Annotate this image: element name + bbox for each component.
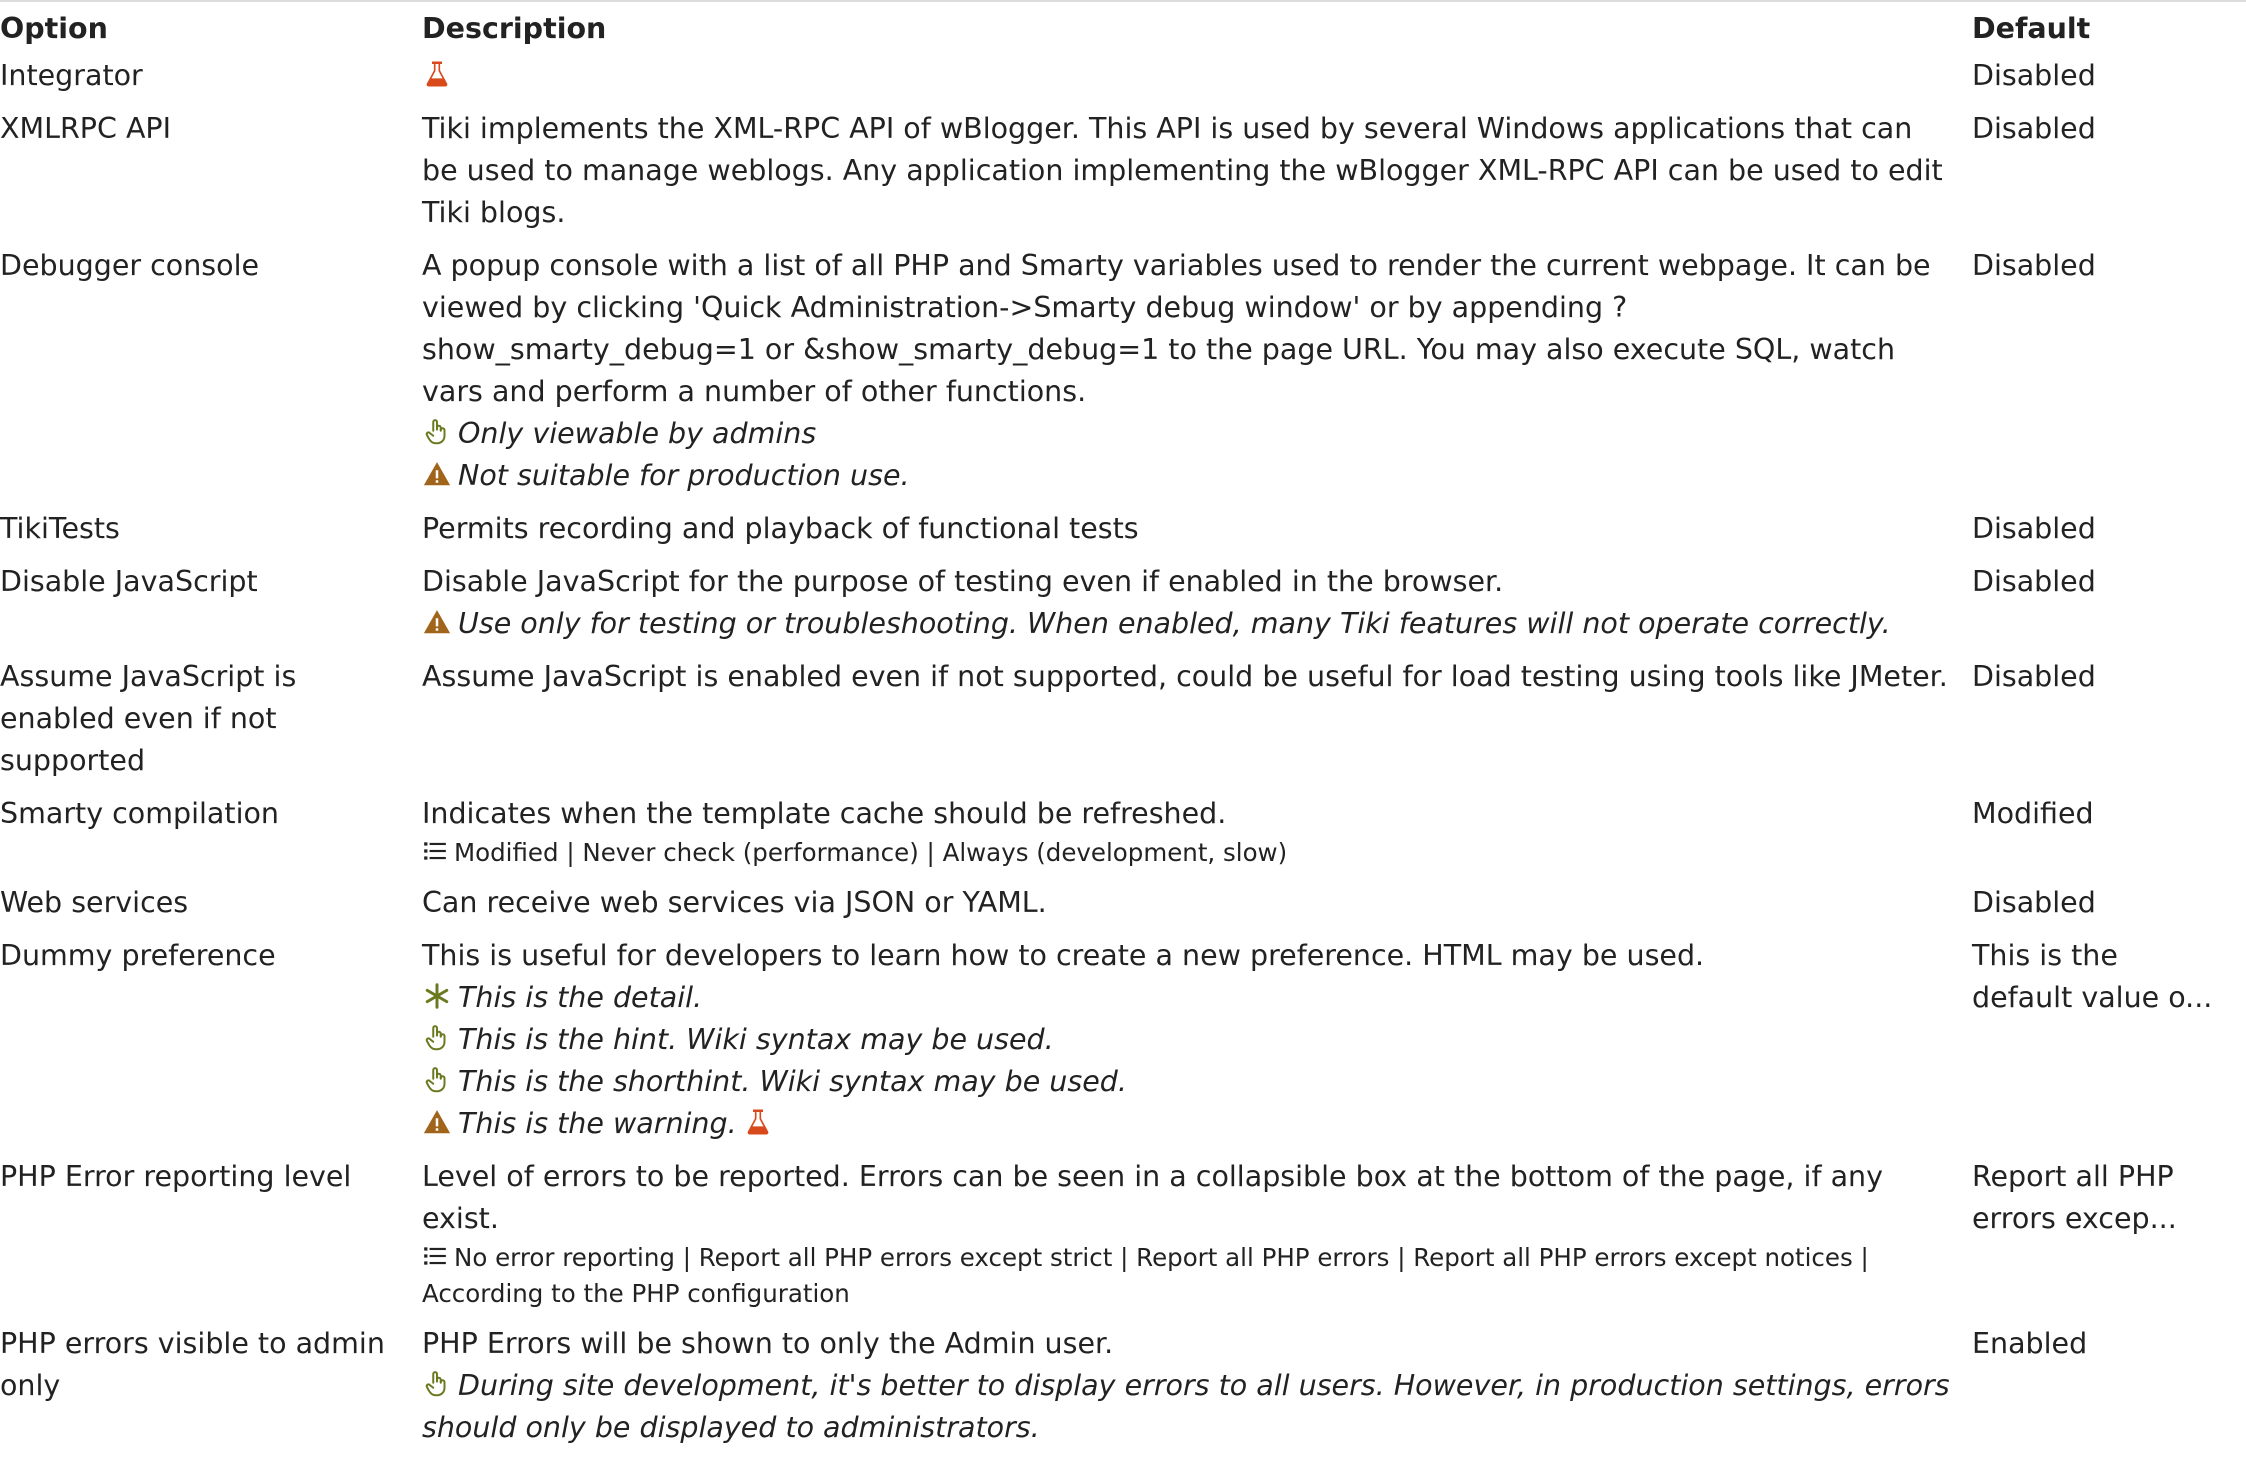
top-border: [0, 0, 2246, 2]
pointing-hand-icon: [422, 1023, 452, 1053]
description-cell: Permits recording and playback of functi…: [414, 508, 1964, 561]
description-text: Indicates when the template cache should…: [422, 797, 1227, 830]
warning-note: Not suitable for production use.: [422, 455, 1954, 497]
option-header: Option: [0, 12, 108, 45]
pointing-hand-icon: [422, 417, 452, 447]
detail-note: This is the detail.: [422, 977, 1954, 1019]
table-row: Assume JavaScript is enabled even if not…: [0, 656, 2224, 793]
default-value: Modified: [1972, 797, 2094, 830]
default-value: Disabled: [1972, 886, 2096, 919]
pointing-hand-icon: [422, 1369, 452, 1399]
description-text: This is useful for developers to learn h…: [422, 939, 1705, 972]
asterisk-icon: [422, 981, 452, 1011]
hint-text: Only viewable by admins: [458, 417, 817, 450]
hint-note: Only viewable by admins: [422, 413, 1954, 455]
option-name[interactable]: Assume JavaScript is enabled even if not…: [0, 656, 414, 793]
option-name[interactable]: TikiTests: [0, 508, 414, 561]
option-name[interactable]: PHP Error reporting level: [0, 1156, 414, 1323]
default-value: Disabled: [1972, 512, 2096, 545]
options-list: Modified | Never check (performance) | A…: [422, 835, 1954, 871]
description-text: Level of errors to be reported. Errors c…: [422, 1160, 1883, 1235]
description-cell: Level of errors to be reported. Errors c…: [414, 1156, 1964, 1323]
table-row: TikiTests Permits recording and playback…: [0, 508, 2224, 561]
warning-text: Not suitable for production use.: [458, 459, 910, 492]
warning-icon: [422, 607, 452, 637]
description-text: Tiki implements the XML-RPC API of wBlog…: [422, 112, 1943, 229]
option-name[interactable]: PHP errors visible to admin only: [0, 1323, 414, 1460]
description-text: Disable JavaScript for the purpose of te…: [422, 565, 1504, 598]
table-row: Disable JavaScript Disable JavaScript fo…: [0, 561, 2224, 656]
description-cell: Tiki implements the XML-RPC API of wBlog…: [414, 108, 1964, 245]
default-header: Default: [1972, 12, 2091, 45]
option-name[interactable]: Smarty compilation: [0, 793, 414, 882]
table-row: PHP errors visible to admin only PHP Err…: [0, 1323, 2224, 1460]
description-text: Permits recording and playback of functi…: [422, 512, 1139, 545]
hint-note: This is the hint. Wiki syntax may be use…: [422, 1019, 1954, 1061]
hint-note: During site development, it's better to …: [422, 1365, 1954, 1449]
option-name[interactable]: Dummy preference: [0, 935, 414, 1156]
preferences-table: Option Description Default Integrator Di…: [0, 3, 2224, 1460]
description-cell: Can receive web services via JSON or YAM…: [414, 882, 1964, 935]
option-name[interactable]: Disable JavaScript: [0, 561, 414, 656]
description-text: PHP Errors will be shown to only the Adm…: [422, 1327, 1114, 1360]
options-list: No error reporting | Report all PHP erro…: [422, 1240, 1954, 1312]
description-cell: PHP Errors will be shown to only the Adm…: [414, 1323, 1964, 1460]
option-name[interactable]: XMLRPC API: [0, 108, 414, 245]
warning-note: This is the warning.: [422, 1103, 1954, 1145]
default-value: Disabled: [1972, 660, 2096, 693]
table-row: PHP Error reporting level Level of error…: [0, 1156, 2224, 1323]
flask-icon: [422, 59, 452, 89]
warning-text: This is the warning.: [458, 1107, 737, 1140]
option-name[interactable]: Integrator: [0, 55, 414, 108]
description-cell: [414, 55, 1964, 108]
description-cell: Assume JavaScript is enabled even if not…: [414, 656, 1964, 793]
shorthint-note: This is the shorthint. Wiki syntax may b…: [422, 1061, 1954, 1103]
detail-text: This is the detail.: [458, 981, 703, 1014]
table-row: Dummy preference This is useful for deve…: [0, 935, 2224, 1156]
description-cell: A popup console with a list of all PHP a…: [414, 245, 1964, 508]
table-row: XMLRPC API Tiki implements the XML-RPC A…: [0, 108, 2224, 245]
list-icon: [422, 838, 448, 864]
default-value: Disabled: [1972, 249, 2096, 282]
table-row: Debugger console A popup console with a …: [0, 245, 2224, 508]
description-cell: This is useful for developers to learn h…: [414, 935, 1964, 1156]
table-header-row: Option Description Default: [0, 3, 2224, 55]
description-text: Assume JavaScript is enabled even if not…: [422, 660, 1948, 693]
description-text: Can receive web services via JSON or YAM…: [422, 886, 1047, 919]
option-name[interactable]: Debugger console: [0, 245, 414, 508]
default-value: Disabled: [1972, 112, 2096, 145]
default-value: Enabled: [1972, 1327, 2088, 1360]
options-text: No error reporting | Report all PHP erro…: [422, 1243, 1869, 1308]
description-cell: Disable JavaScript for the purpose of te…: [414, 561, 1964, 656]
warning-text: Use only for testing or troubleshooting.…: [458, 607, 1891, 640]
default-value: Disabled: [1972, 565, 2096, 598]
table-row: Smarty compilation Indicates when the te…: [0, 793, 2224, 882]
description-text: A popup console with a list of all PHP a…: [422, 249, 1931, 408]
warning-icon: [422, 1107, 452, 1137]
warning-note: Use only for testing or troubleshooting.…: [422, 603, 1954, 645]
hint-text: During site development, it's better to …: [422, 1369, 1950, 1444]
option-name[interactable]: Web services: [0, 882, 414, 935]
default-value: Report all PHP errors excep...: [1972, 1160, 2177, 1235]
options-text: Modified | Never check (performance) | A…: [454, 838, 1288, 867]
default-value: This is the default value o...: [1972, 939, 2213, 1014]
warning-icon: [422, 459, 452, 489]
table-row: Integrator Disabled: [0, 55, 2224, 108]
table-row: Web services Can receive web services vi…: [0, 882, 2224, 935]
description-header: Description: [422, 12, 607, 45]
list-icon: [422, 1243, 448, 1269]
description-cell: Indicates when the template cache should…: [414, 793, 1964, 882]
default-value: Disabled: [1972, 59, 2096, 92]
shorthint-text: This is the shorthint. Wiki syntax may b…: [458, 1065, 1127, 1098]
hint-text: This is the hint. Wiki syntax may be use…: [458, 1023, 1054, 1056]
flask-icon: [743, 1107, 773, 1137]
pointing-hand-icon: [422, 1065, 452, 1095]
